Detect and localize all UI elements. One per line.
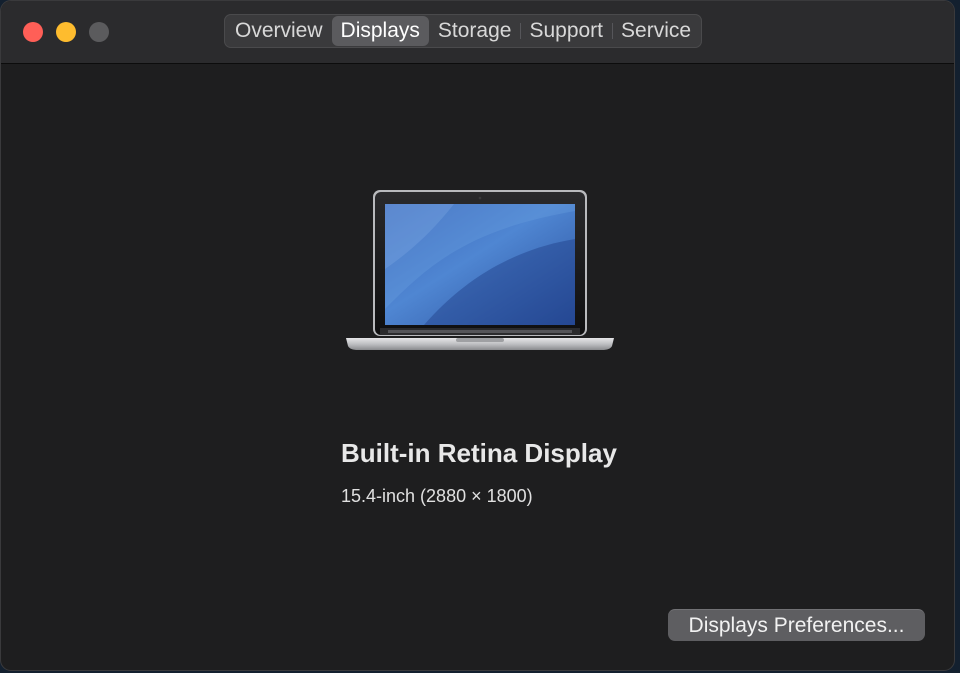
about-this-mac-window: Overview Displays Storage Support Servic… xyxy=(0,0,955,671)
display-name: Built-in Retina Display xyxy=(341,438,617,468)
zoom-button xyxy=(89,22,109,42)
tab-service[interactable]: Service xyxy=(612,16,700,46)
laptop-icon xyxy=(346,190,614,350)
tab-storage[interactable]: Storage xyxy=(429,16,521,46)
displays-preferences-button[interactable]: Displays Preferences... xyxy=(668,609,925,641)
display-spec: 15.4-inch (2880 × 1800) xyxy=(341,486,533,506)
titlebar: Overview Displays Storage Support Servic… xyxy=(1,1,954,64)
tab-displays[interactable]: Displays xyxy=(331,16,429,46)
close-button[interactable] xyxy=(23,22,43,42)
tab-overview[interactable]: Overview xyxy=(226,16,332,46)
tab-support[interactable]: Support xyxy=(520,16,612,46)
tab-bar: Overview Displays Storage Support Servic… xyxy=(224,14,703,48)
minimize-button[interactable] xyxy=(56,22,76,42)
